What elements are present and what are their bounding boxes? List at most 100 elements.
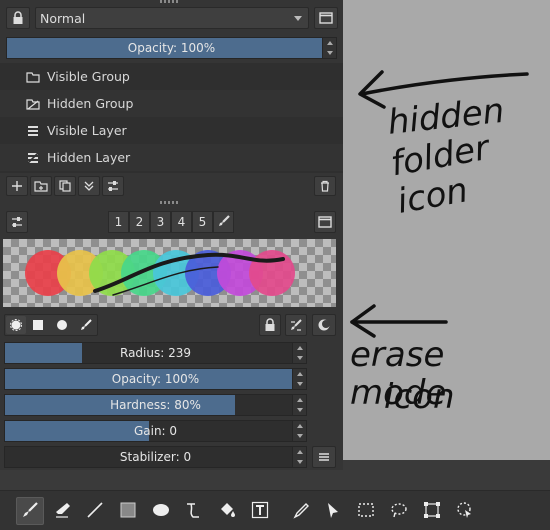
window-icon bbox=[318, 216, 332, 228]
hidden-layer-icon bbox=[26, 151, 40, 165]
hidden-folder-icon bbox=[26, 97, 40, 111]
erase-mode-icon bbox=[317, 318, 331, 332]
sliders-icon bbox=[11, 216, 23, 228]
brush-preset-tab-2[interactable]: 2 bbox=[129, 211, 150, 233]
line-tool-button[interactable] bbox=[81, 497, 109, 525]
move-tool-button[interactable] bbox=[319, 497, 347, 525]
brush-opacity-spinner[interactable] bbox=[292, 369, 306, 389]
annotation-icon: icon bbox=[384, 377, 455, 417]
eyedropper-icon bbox=[291, 501, 309, 522]
pointer-icon bbox=[324, 501, 342, 522]
rect-select-tool-button[interactable] bbox=[352, 497, 380, 525]
duplicate-layer-button[interactable] bbox=[54, 176, 76, 196]
radius-spinner[interactable] bbox=[292, 343, 306, 363]
duplicate-icon bbox=[59, 180, 71, 192]
square-icon bbox=[32, 319, 44, 331]
brush-preset-tab-4[interactable]: 4 bbox=[171, 211, 192, 233]
brush-opacity-slider[interactable]: Opacity: 100% bbox=[4, 368, 307, 390]
layer-name: Hidden Group bbox=[47, 96, 134, 111]
radius-label: Radius: 239 bbox=[120, 346, 191, 360]
panel-grip[interactable] bbox=[160, 0, 180, 3]
eraser-brush-icon bbox=[289, 318, 303, 332]
brush-shape-button[interactable] bbox=[76, 316, 96, 334]
layer-name: Visible Group bbox=[47, 69, 130, 84]
layer-settings-button[interactable] bbox=[314, 7, 338, 29]
eraser-tool-button[interactable] bbox=[48, 497, 76, 525]
layer-name: Visible Layer bbox=[47, 123, 127, 138]
text-tool-button[interactable] bbox=[246, 497, 274, 525]
color-picker-tool-button[interactable] bbox=[286, 497, 314, 525]
lasso-tool-button[interactable] bbox=[385, 497, 413, 525]
tool-panel: Normal Opacity: 100% Visible Group Hidde… bbox=[0, 0, 343, 470]
merge-down-icon bbox=[83, 180, 95, 192]
brush-settings-button[interactable] bbox=[6, 211, 28, 233]
annotation-arrow-erase-mode bbox=[350, 304, 448, 338]
brush-preset-tab-edit[interactable] bbox=[213, 211, 234, 233]
menu-icon bbox=[318, 452, 330, 462]
panel-grip[interactable] bbox=[160, 201, 180, 204]
stabilizer-slider[interactable]: Stabilizer: 0 bbox=[4, 446, 307, 468]
trash-icon bbox=[319, 180, 331, 192]
rectangle-icon bbox=[119, 501, 137, 522]
brush-preset-tab-1[interactable]: 1 bbox=[108, 211, 129, 233]
layer-row-hidden-group[interactable]: Hidden Group bbox=[0, 90, 343, 117]
layer-row-visible-group[interactable]: Visible Group bbox=[0, 63, 343, 90]
canvas-margin bbox=[343, 460, 550, 490]
rect-select-icon bbox=[357, 501, 375, 522]
layer-row-visible-layer[interactable]: Visible Layer bbox=[0, 117, 343, 144]
brush-stroke-preview bbox=[93, 252, 285, 296]
blob-shape-button[interactable] bbox=[6, 316, 26, 334]
bezier-tool-button[interactable] bbox=[180, 497, 208, 525]
rectangle-tool-button[interactable] bbox=[114, 497, 142, 525]
stabilizer-spinner[interactable] bbox=[292, 447, 306, 467]
merge-down-button[interactable] bbox=[78, 176, 100, 196]
add-group-button[interactable] bbox=[30, 176, 52, 196]
brush-window-button[interactable] bbox=[314, 211, 336, 233]
transform-tool-button[interactable] bbox=[418, 497, 446, 525]
folder-icon bbox=[26, 70, 40, 84]
select-similar-icon bbox=[456, 501, 474, 522]
paintbrush-icon bbox=[21, 501, 39, 522]
blend-mode-value: Normal bbox=[40, 10, 86, 26]
gain-slider[interactable]: Gain: 0 bbox=[4, 420, 307, 442]
layer-opacity-slider[interactable]: Opacity: 100% bbox=[6, 37, 337, 59]
bezier-icon bbox=[185, 501, 203, 522]
lock-alpha-button[interactable] bbox=[6, 7, 30, 29]
circle-shape-button[interactable] bbox=[52, 316, 72, 334]
layer-properties-button[interactable] bbox=[102, 176, 124, 196]
sliders-icon bbox=[107, 180, 119, 192]
radius-slider[interactable]: Radius: 239 bbox=[4, 342, 307, 364]
ellipse-tool-button[interactable] bbox=[147, 497, 175, 525]
circle-icon bbox=[56, 319, 68, 331]
hardness-spinner[interactable] bbox=[292, 395, 306, 415]
new-folder-icon bbox=[34, 180, 48, 192]
stabilizer-menu-button[interactable] bbox=[312, 446, 336, 468]
ellipse-icon bbox=[152, 501, 170, 522]
line-icon bbox=[86, 501, 104, 522]
lock-button[interactable] bbox=[259, 314, 281, 336]
eraser-brush-button[interactable] bbox=[285, 314, 307, 336]
opacity-spinner[interactable] bbox=[322, 38, 336, 58]
erase-mode-button[interactable] bbox=[312, 314, 336, 336]
square-shape-button[interactable] bbox=[28, 316, 48, 334]
layer-row-hidden-layer[interactable]: Hidden Layer bbox=[0, 144, 343, 171]
fill-tool-button[interactable] bbox=[213, 497, 241, 525]
layer-name: Hidden Layer bbox=[47, 150, 131, 165]
delete-layer-button[interactable] bbox=[314, 176, 336, 196]
opacity-label: Opacity: 100% bbox=[127, 41, 216, 55]
paint-tool-button[interactable] bbox=[16, 497, 44, 525]
brush-preview bbox=[3, 239, 336, 307]
add-layer-button[interactable] bbox=[6, 176, 28, 196]
brush-icon bbox=[80, 319, 92, 331]
magic-wand-tool-button[interactable] bbox=[451, 497, 479, 525]
brush-preset-tab-5[interactable]: 5 bbox=[192, 211, 213, 233]
blend-mode-select[interactable]: Normal bbox=[35, 7, 309, 29]
hardness-slider[interactable]: Hardness: 80% bbox=[4, 394, 307, 416]
gain-spinner[interactable] bbox=[292, 421, 306, 441]
brush-preset-tab-3[interactable]: 3 bbox=[150, 211, 171, 233]
eraser-icon bbox=[53, 501, 71, 522]
tool-bar bbox=[0, 490, 550, 530]
brush-preset-tabs: 1 2 3 4 5 bbox=[108, 211, 234, 233]
text-icon bbox=[251, 501, 269, 522]
blob-icon bbox=[10, 319, 22, 331]
